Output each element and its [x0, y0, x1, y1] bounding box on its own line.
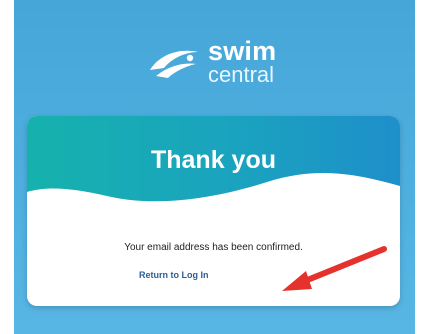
logo-word-swim: swim [208, 36, 277, 66]
right-frame-edge [415, 0, 427, 334]
logo-wordmark: swim central [208, 38, 276, 86]
red-arrow-icon [282, 246, 387, 291]
return-to-login-link[interactable]: Return to Log In [139, 270, 209, 280]
logo-word-central: central [208, 62, 275, 87]
swim-central-logo: swim central [146, 38, 296, 86]
swimmer-swoosh-icon [150, 50, 198, 78]
card-title: Thank you [150, 146, 276, 174]
card-header: Thank you [27, 116, 400, 211]
confirmation-page: swim central Thank you Your email addres… [0, 0, 427, 334]
left-frame-edge [0, 0, 14, 334]
